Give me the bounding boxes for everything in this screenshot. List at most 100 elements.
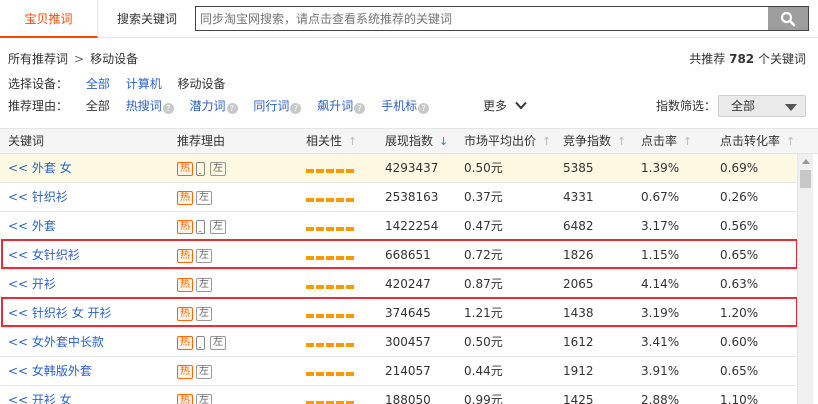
left-badge: 左 bbox=[210, 335, 226, 350]
device-label: 选择设备： bbox=[8, 77, 69, 91]
keyword-link[interactable]: << 开衫 bbox=[8, 270, 56, 298]
relevance-bar bbox=[306, 357, 356, 386]
header-cvr[interactable]: 点击转化率 ↑ bbox=[720, 129, 795, 154]
competition-cell: 1425 bbox=[563, 393, 594, 404]
filter-panel: 所有推荐词 > 移动设备 共推荐 782 个关键词 选择设备： 全部 计算机 移动设… bbox=[0, 38, 818, 124]
chevron-down-icon bbox=[515, 101, 527, 110]
breadcrumb-root[interactable]: 所有推荐词 bbox=[8, 52, 68, 66]
device-option-all[interactable]: 全部 bbox=[86, 74, 110, 94]
table-row: << 外套 女 热左 4293437 0.50元 5385 1.39% 0.69… bbox=[0, 154, 796, 183]
tab-item-keywords[interactable]: 宝贝推词 bbox=[0, 0, 98, 38]
relevance-bar-icon bbox=[306, 184, 356, 212]
reason-badges: 热左 bbox=[177, 357, 215, 385]
help-icon[interactable]: ? bbox=[290, 103, 302, 114]
relevance-bar bbox=[306, 212, 356, 241]
competition-cell: 2065 bbox=[563, 277, 594, 291]
left-badge: 左 bbox=[196, 364, 212, 379]
more-toggle[interactable]: 更多 bbox=[483, 96, 527, 116]
header-impressions[interactable]: 展现指数 ↓ bbox=[385, 129, 448, 154]
index-filter-select[interactable]: 全部 bbox=[718, 95, 806, 117]
search-button[interactable] bbox=[768, 7, 808, 30]
keyword-link[interactable]: << 开衫 女 bbox=[8, 386, 72, 404]
breadcrumb-current: 移动设备 bbox=[90, 52, 139, 66]
cvr-cell: 0.60% bbox=[720, 335, 759, 349]
device-option-mobile[interactable]: 移动设备 bbox=[178, 74, 226, 94]
header-ctr[interactable]: 点击率 ↑ bbox=[641, 129, 692, 154]
search-input[interactable] bbox=[196, 7, 768, 30]
reason-option-all[interactable]: 全部 bbox=[86, 96, 110, 116]
help-icon[interactable]: ? bbox=[418, 103, 430, 114]
relevance-bar-icon bbox=[306, 271, 356, 299]
header-ctr-label: 点击率 bbox=[641, 134, 678, 148]
relevance-bar-icon bbox=[306, 329, 356, 357]
ctr-cell: 3.17% bbox=[641, 219, 680, 233]
hot-badge: 热 bbox=[177, 190, 193, 205]
help-icon[interactable]: ? bbox=[162, 103, 174, 114]
relevance-bar bbox=[306, 386, 356, 404]
header-price[interactable]: 市场平均出价 ↑ bbox=[464, 129, 551, 154]
phone-icon bbox=[196, 161, 205, 176]
header-keyword: 关键词 bbox=[8, 134, 45, 148]
impressions-cell: 1422254 bbox=[385, 219, 439, 233]
tab-search-keywords[interactable]: 搜索关键词 bbox=[99, 0, 195, 38]
dropdown-arrow-icon bbox=[785, 104, 797, 111]
left-badge: 左 bbox=[196, 190, 212, 205]
index-filter-label: 指数筛选： bbox=[656, 99, 717, 113]
table-header: 关键词 推荐理由 相关性 ↑ 展现指数 ↓ 市场平均出价 ↑ 竞争指数 ↑ 点击率 ↑ 点… bbox=[0, 128, 818, 154]
impressions-cell: 2538163 bbox=[385, 190, 439, 204]
cvr-cell: 0.63% bbox=[720, 277, 759, 291]
phone-icon bbox=[196, 335, 205, 350]
scrollbar[interactable] bbox=[797, 154, 813, 404]
keyword-link[interactable]: << 针织衫 bbox=[8, 183, 68, 211]
help-icon[interactable]: ? bbox=[226, 103, 238, 114]
breadcrumb: 所有推荐词 > 移动设备 bbox=[8, 49, 138, 69]
table-row: << 外套 热左 1422254 0.47元 6482 3.17% 0.56% bbox=[0, 212, 796, 241]
reason-option-peer[interactable]: 同行词? bbox=[253, 96, 302, 116]
impressions-cell: 300457 bbox=[385, 335, 431, 349]
left-badge: 左 bbox=[196, 393, 212, 404]
sort-up-icon: ↑ bbox=[348, 135, 358, 148]
scroll-thumb[interactable] bbox=[800, 170, 811, 188]
ctr-cell: 1.39% bbox=[641, 161, 680, 175]
table-row: << 开衫 热左 420247 0.87元 2065 4.14% 0.63% bbox=[0, 270, 796, 299]
keyword-link[interactable]: << 女外套中长款 bbox=[8, 328, 104, 356]
price-cell: 0.44元 bbox=[464, 364, 503, 378]
cvr-cell: 0.69% bbox=[720, 161, 759, 175]
reason-badges: 热左 bbox=[177, 386, 215, 404]
reason-option-mobile[interactable]: 手机标? bbox=[381, 96, 430, 116]
reason-hot-label: 热搜词 bbox=[125, 99, 162, 113]
hot-badge: 热 bbox=[177, 393, 193, 404]
header-competition[interactable]: 竞争指数 ↑ bbox=[563, 129, 626, 154]
competition-cell: 6482 bbox=[563, 219, 594, 233]
total-number: 782 bbox=[729, 52, 755, 66]
hot-badge: 热 bbox=[177, 161, 193, 176]
reason-option-potential[interactable]: 潜力词? bbox=[190, 96, 238, 116]
left-badge: 左 bbox=[196, 277, 212, 292]
ctr-cell: 4.14% bbox=[641, 277, 680, 291]
keyword-link[interactable]: << 女韩版外套 bbox=[8, 357, 92, 385]
keyword-link[interactable]: << 外套 bbox=[8, 212, 56, 240]
reason-option-rising[interactable]: 飙升词? bbox=[317, 96, 366, 116]
price-cell: 0.50元 bbox=[464, 335, 503, 349]
scroll-up-icon[interactable] bbox=[802, 159, 810, 164]
hot-badge: 热 bbox=[177, 219, 193, 234]
relevance-bar bbox=[306, 270, 356, 299]
breadcrumb-separator: > bbox=[74, 52, 85, 66]
header-relevance[interactable]: 相关性 ↑ bbox=[306, 129, 357, 154]
ctr-cell: 0.67% bbox=[641, 190, 680, 204]
header-cvr-label: 点击转化率 bbox=[720, 134, 781, 148]
table-row: << 女韩版外套 热左 214057 0.44元 1912 3.91% 0.65… bbox=[0, 357, 796, 386]
hot-badge: 热 bbox=[177, 277, 193, 292]
reason-potential-label: 潜力词 bbox=[189, 99, 226, 113]
ctr-cell: 3.91% bbox=[641, 364, 680, 378]
price-cell: 0.47元 bbox=[464, 219, 503, 233]
keyword-link[interactable]: << 外套 女 bbox=[8, 154, 72, 182]
header-reason: 推荐理由 bbox=[177, 134, 226, 148]
help-icon[interactable]: ? bbox=[354, 103, 366, 114]
device-option-computer[interactable]: 计算机 bbox=[126, 74, 162, 94]
reason-option-hot[interactable]: 热搜词? bbox=[126, 96, 174, 116]
ctr-cell: 3.41% bbox=[641, 335, 680, 349]
cvr-cell: 0.56% bbox=[720, 219, 759, 233]
total-prefix: 共推荐 bbox=[689, 52, 726, 66]
table-row: << 开衫 女 热左 188050 0.99元 1425 2.88% 1.10% bbox=[0, 386, 796, 404]
